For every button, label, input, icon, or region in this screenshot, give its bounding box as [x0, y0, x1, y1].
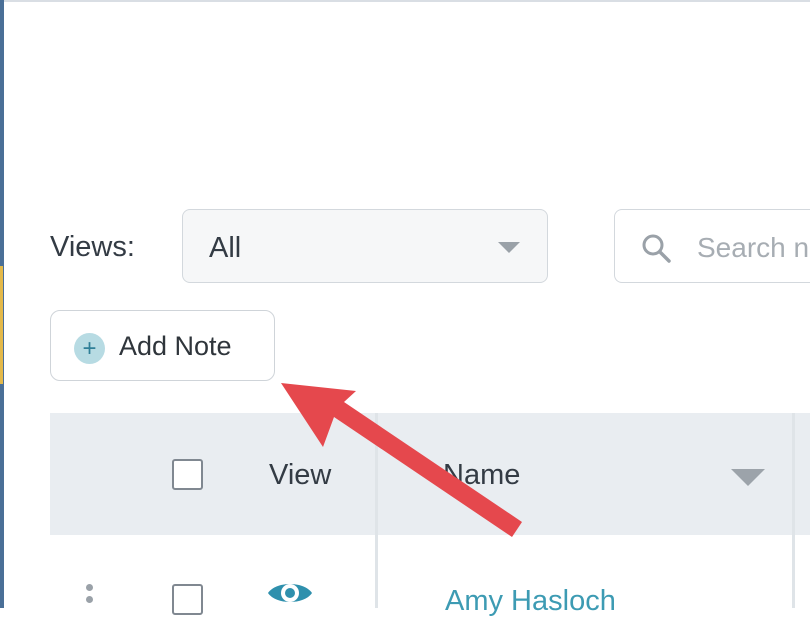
views-label: Views: — [50, 231, 135, 263]
views-select-value: All — [209, 232, 242, 264]
add-note-button[interactable]: + Add Note — [50, 310, 275, 381]
select-all-checkbox[interactable] — [172, 459, 203, 490]
search-input[interactable] — [697, 228, 810, 268]
table-header — [50, 413, 810, 535]
column-divider[interactable] — [375, 413, 378, 608]
row-name-link[interactable]: Amy Hasloch — [445, 582, 616, 620]
column-divider[interactable] — [792, 413, 795, 608]
row-menu-button[interactable] — [84, 584, 96, 608]
column-header-name[interactable]: Name — [443, 456, 520, 494]
top-divider — [4, 0, 810, 2]
chevron-down-icon — [498, 242, 520, 253]
sort-down-icon[interactable] — [731, 469, 765, 486]
search-box[interactable] — [614, 209, 810, 283]
eye-icon[interactable] — [266, 576, 314, 610]
plus-circle-icon: + — [74, 333, 105, 364]
add-note-label: Add Note — [119, 331, 232, 361]
row-checkbox[interactable] — [172, 584, 203, 615]
left-edge-accent — [0, 266, 3, 384]
search-icon — [642, 234, 671, 263]
views-select[interactable]: All — [182, 209, 548, 283]
vertical-dot — [86, 596, 93, 603]
column-header-view[interactable]: View — [269, 456, 331, 494]
vertical-dot — [86, 584, 93, 591]
